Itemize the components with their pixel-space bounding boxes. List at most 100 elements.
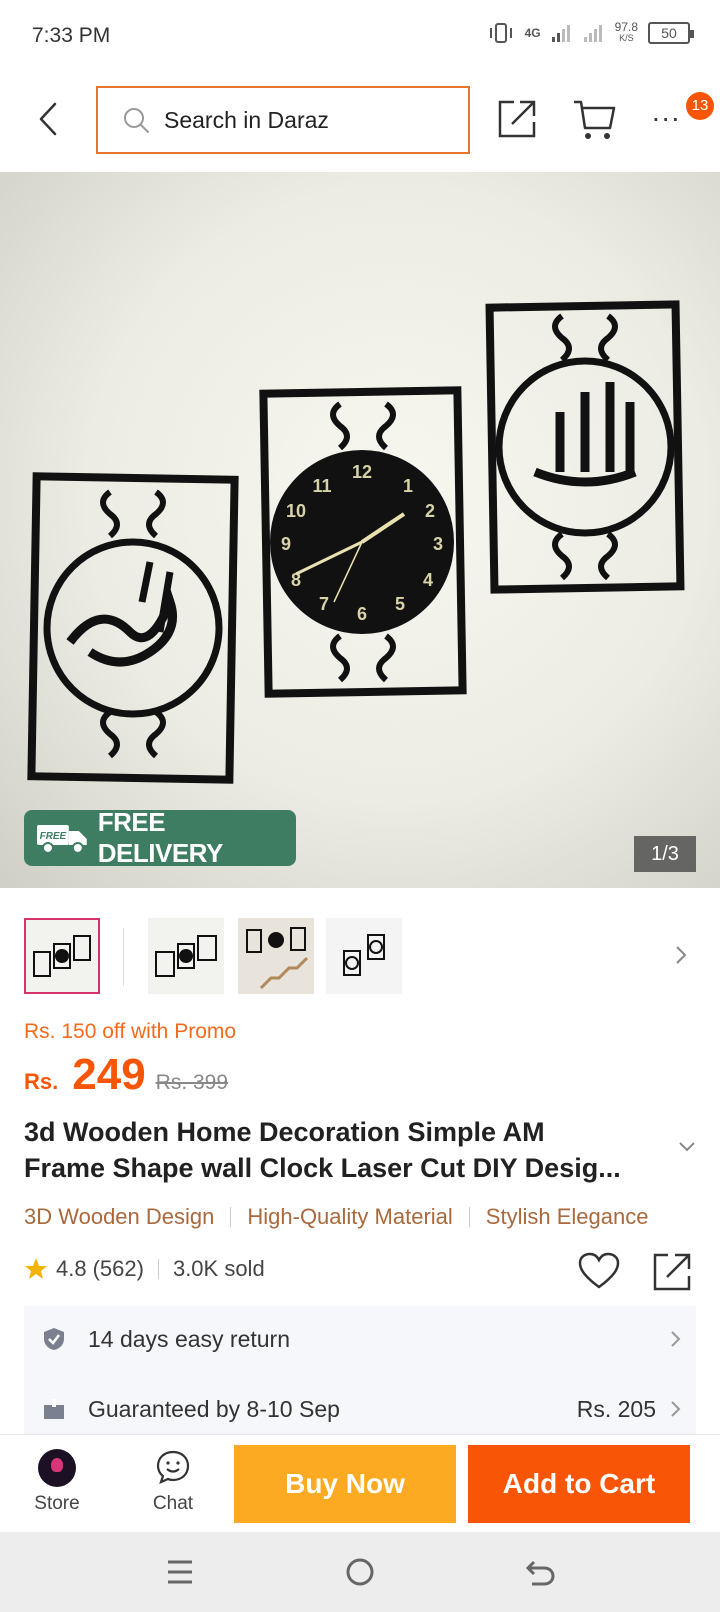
share-icon: [498, 100, 536, 138]
thumbnail-3[interactable]: [238, 918, 314, 994]
net-speed-value: 97.8: [614, 20, 638, 34]
more-button[interactable]: ...: [652, 98, 681, 126]
sold-count: 3.0K sold: [172, 1256, 265, 1281]
svg-text:11: 11: [312, 476, 331, 496]
thumbnail-strip: [0, 906, 720, 996]
chat-label: Chat: [152, 1493, 194, 1514]
home-button[interactable]: [340, 1554, 380, 1590]
delivery-badge-small: FREE: [40, 831, 67, 842]
feature-tag: Stylish Elegance: [485, 1204, 649, 1229]
system-nav-bar: [0, 1532, 720, 1612]
thumbnail-2[interactable]: [148, 918, 224, 994]
top-bar: Search in Daraz ... 13: [0, 72, 720, 170]
price-value: 249: [72, 1050, 146, 1099]
feature-tags: 3D Wooden Design High-Quality Material S…: [24, 1200, 720, 1234]
shield-icon: [44, 1328, 64, 1350]
promo-text: Rs. 150 off with Promo: [24, 1020, 237, 1043]
feature-tag: 3D Wooden Design: [24, 1204, 215, 1229]
svg-text:4: 4: [423, 570, 433, 590]
search-placeholder: Search in Daraz: [164, 106, 329, 133]
thumbnail-1[interactable]: [24, 918, 100, 994]
tag-divider: [468, 1207, 470, 1227]
thumbnail-4[interactable]: [326, 918, 402, 994]
back-button[interactable]: [28, 94, 68, 144]
recent-apps-button[interactable]: [160, 1554, 200, 1590]
status-icons: 4G 97.8 K/S 50: [487, 20, 694, 44]
wishlist-button[interactable]: [578, 1252, 620, 1290]
add-to-cart-button[interactable]: Add to Cart: [468, 1445, 690, 1523]
search-input[interactable]: Search in Daraz: [96, 86, 470, 154]
rating-row[interactable]: 4.8 (562) 3.0K sold: [24, 1256, 265, 1282]
svg-text:7: 7: [319, 594, 329, 614]
net-speed: 97.8 K/S: [614, 20, 638, 44]
svg-text:5: 5: [395, 594, 405, 614]
cart-button[interactable]: [572, 98, 618, 142]
rating-divider: [157, 1259, 159, 1279]
signal-2-icon: [583, 25, 602, 42]
buy-now-button[interactable]: Buy Now: [234, 1445, 456, 1523]
thumbnail-image: [343, 934, 385, 976]
menu-icon: [168, 1560, 192, 1584]
return-icon: [525, 1560, 555, 1586]
price-row: Rs. 249 Rs. 399: [24, 1050, 228, 1100]
chevron-down-icon: [679, 1142, 695, 1152]
svg-text:2: 2: [425, 501, 435, 521]
chevron-right-icon: [671, 1331, 681, 1347]
signal-icon: [551, 25, 570, 42]
home-circle-icon: [346, 1558, 374, 1586]
thumbnail-divider: [123, 928, 124, 986]
image-page-indicator: 1/3: [634, 836, 696, 872]
rating-value: 4.8: [56, 1256, 87, 1281]
chat-icon: [156, 1450, 190, 1484]
title-expand-button[interactable]: [678, 1140, 696, 1154]
svg-text:6: 6: [357, 604, 367, 624]
chevron-right-icon: [671, 1401, 681, 1417]
back-nav-button[interactable]: [520, 1554, 560, 1590]
price-currency: Rs.: [24, 1069, 59, 1094]
product-image: 1212 345 678 91011: [27, 300, 685, 784]
thumbnail-image: [155, 935, 217, 977]
store-button[interactable]: Store: [24, 1443, 90, 1527]
svg-text:12: 12: [352, 462, 372, 482]
delivery-truck-icon: FREE: [36, 825, 87, 854]
net-speed-unit: K/S: [619, 33, 634, 43]
store-label: Store: [34, 1493, 80, 1514]
svg-text:10: 10: [286, 501, 306, 521]
tag-divider: [230, 1207, 232, 1227]
service-card: 14 days easy return Guaranteed by 8-10 S…: [24, 1306, 696, 1436]
chevron-right-icon: [676, 946, 687, 964]
return-policy-row[interactable]: 14 days easy return: [24, 1310, 696, 1368]
search-icon: [124, 108, 149, 133]
svg-text:3: 3: [433, 534, 443, 554]
delivery-guarantee-row[interactable]: Guaranteed by 8-10 Sep Rs. 205: [24, 1380, 696, 1438]
package-icon: [44, 1399, 64, 1419]
star-icon: [25, 1258, 47, 1279]
share-icon: [653, 1253, 691, 1291]
product-title-line-1: 3d Wooden Home Decoration Simple AM: [24, 1117, 545, 1147]
status-bar: 7:33 PM 4G 97.8 K/S 50: [0, 0, 720, 72]
return-policy-text: 14 days easy return: [88, 1325, 291, 1352]
more-icon: ...: [652, 96, 682, 127]
status-time: 7:33 PM: [32, 24, 111, 47]
vibrate-icon: [489, 23, 512, 43]
thumbnail-next-button[interactable]: [674, 944, 694, 970]
product-title: 3d Wooden Home Decoration Simple AM Fram…: [24, 1114, 674, 1186]
back-icon: [39, 102, 57, 136]
product-image-carousel[interactable]: 12 1 2 345 678 9 10 11 FREE FREE DELIVERY 1/…: [0, 172, 720, 888]
cart-icon: [574, 100, 616, 139]
free-delivery-text: FREE DELIVERY: [97, 807, 224, 868]
battery-indicator: 50: [648, 22, 694, 44]
share-product-button[interactable]: [652, 1250, 692, 1292]
chat-button[interactable]: Chat: [140, 1443, 206, 1527]
thumbnail-image: [246, 927, 309, 990]
product-title-line-2: Frame Shape wall Clock Laser Cut DIY Des…: [24, 1153, 621, 1183]
delivery-guarantee-text: Guaranteed by 8-10 Sep: [88, 1395, 340, 1422]
thumbnail-image: [33, 935, 91, 977]
delivery-fee: Rs. 205: [576, 1395, 656, 1422]
heart-icon: [578, 1252, 620, 1289]
store-avatar: [38, 1449, 76, 1487]
feature-tag: High-Quality Material: [247, 1204, 453, 1229]
svg-text:9: 9: [281, 534, 291, 554]
share-button[interactable]: [496, 98, 538, 140]
cart-count-badge: 13: [686, 92, 714, 120]
